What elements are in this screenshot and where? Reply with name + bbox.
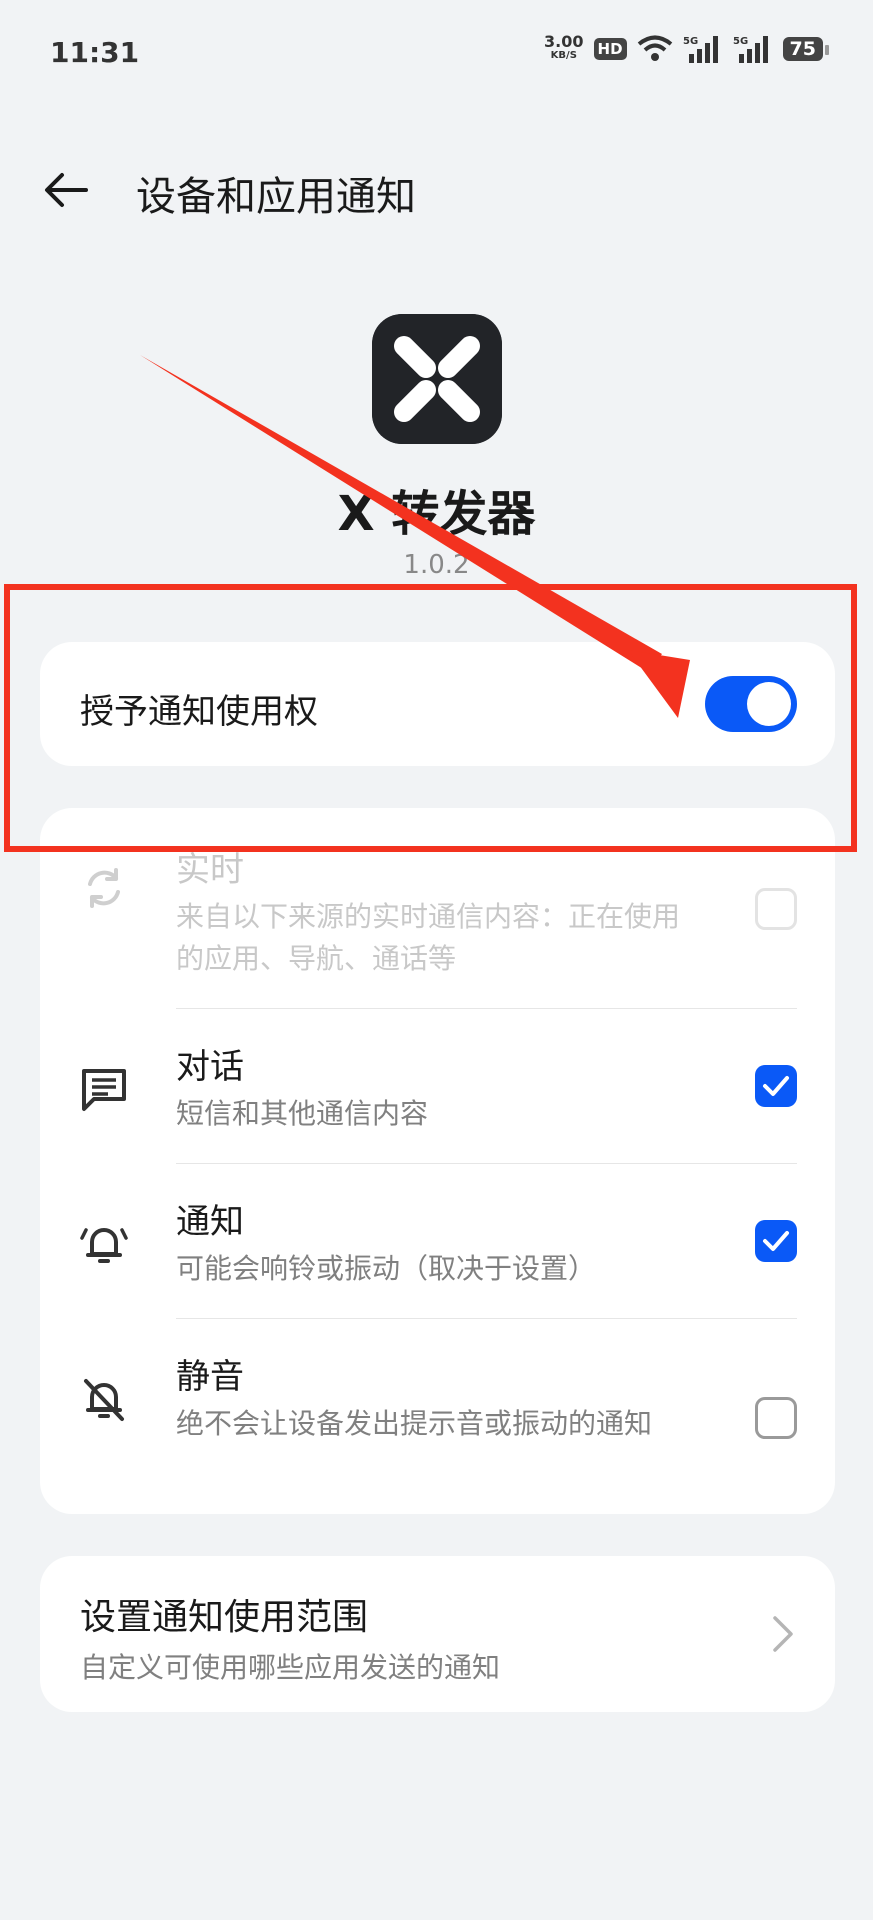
svg-text:5G: 5G — [733, 36, 748, 47]
chevron-right-icon — [773, 1616, 793, 1652]
scope-subtitle: 自定义可使用哪些应用发送的通知 — [80, 1651, 501, 1684]
message-icon — [82, 1069, 126, 1111]
battery-indicator: 75 — [782, 37, 830, 61]
network-speed-unit: KB/S — [550, 50, 577, 61]
signal-5g-icon: 5G — [683, 36, 718, 63]
list-item-subtitle: 绝不会让设备发出提示音或振动的通知 — [176, 1407, 653, 1440]
status-bar: 11:31 3.00 KB/S HD 5G 5G 75 — [0, 0, 873, 104]
back-arrow-icon[interactable] — [40, 164, 92, 216]
sync-icon — [88, 868, 120, 908]
check-icon — [763, 1231, 789, 1251]
status-time: 11:31 — [50, 36, 140, 69]
list-item-silent[interactable]: 静音 绝不会让设备发出提示音或振动的通知 — [40, 1319, 835, 1514]
list-item-subtitle: 可能会响铃或振动（取决于设置） — [176, 1252, 597, 1285]
hd-badge: HD — [593, 38, 627, 60]
app-name: X 转发器 — [337, 486, 536, 542]
notification-scope-card[interactable]: 设置通知使用范围 自定义可使用哪些应用发送的通知 — [40, 1556, 835, 1712]
notification-types-card: 实时 来自以下来源的实时通信内容：正在使用的应用、导航、通话等 对话 短信和其他… — [40, 808, 835, 1514]
alerting-checkbox[interactable] — [755, 1220, 797, 1262]
conversation-checkbox[interactable] — [755, 1065, 797, 1107]
list-item-title: 通知 — [176, 1202, 244, 1242]
list-item-title: 静音 — [176, 1357, 244, 1397]
list-item-subtitle: 来自以下来源的实时通信内容：正在使用的应用、导航、通话等 — [176, 900, 681, 975]
realtime-checkbox[interactable] — [755, 888, 797, 930]
list-item-subtitle: 短信和其他通信内容 — [176, 1097, 429, 1130]
status-icons: 3.00 KB/S HD 5G 5G 75 — [544, 34, 830, 64]
page-title: 设备和应用通知 — [136, 174, 416, 220]
signal-5g-icon-2: 5G — [733, 36, 768, 63]
bell-ringing-icon — [80, 1228, 128, 1263]
scope-title: 设置通知使用范围 — [80, 1597, 369, 1638]
bell-off-icon — [84, 1379, 124, 1421]
network-speed: 3.00 KB/S — [544, 34, 583, 63]
list-item-title: 对话 — [176, 1047, 244, 1087]
check-icon — [763, 1076, 789, 1096]
app-version: 1.0.2 — [403, 550, 470, 580]
app-logo-icon — [372, 314, 502, 444]
silent-checkbox[interactable] — [755, 1397, 797, 1439]
wifi-icon — [637, 35, 672, 61]
annotation-highlight-box — [4, 584, 857, 852]
list-item-conversation[interactable]: 对话 短信和其他通信内容 — [40, 1009, 835, 1163]
page-header: 设备和应用通知 — [0, 150, 873, 230]
svg-text:5G: 5G — [683, 36, 698, 47]
list-item-alerting[interactable]: 通知 可能会响铃或振动（取决于设置） — [40, 1164, 835, 1318]
